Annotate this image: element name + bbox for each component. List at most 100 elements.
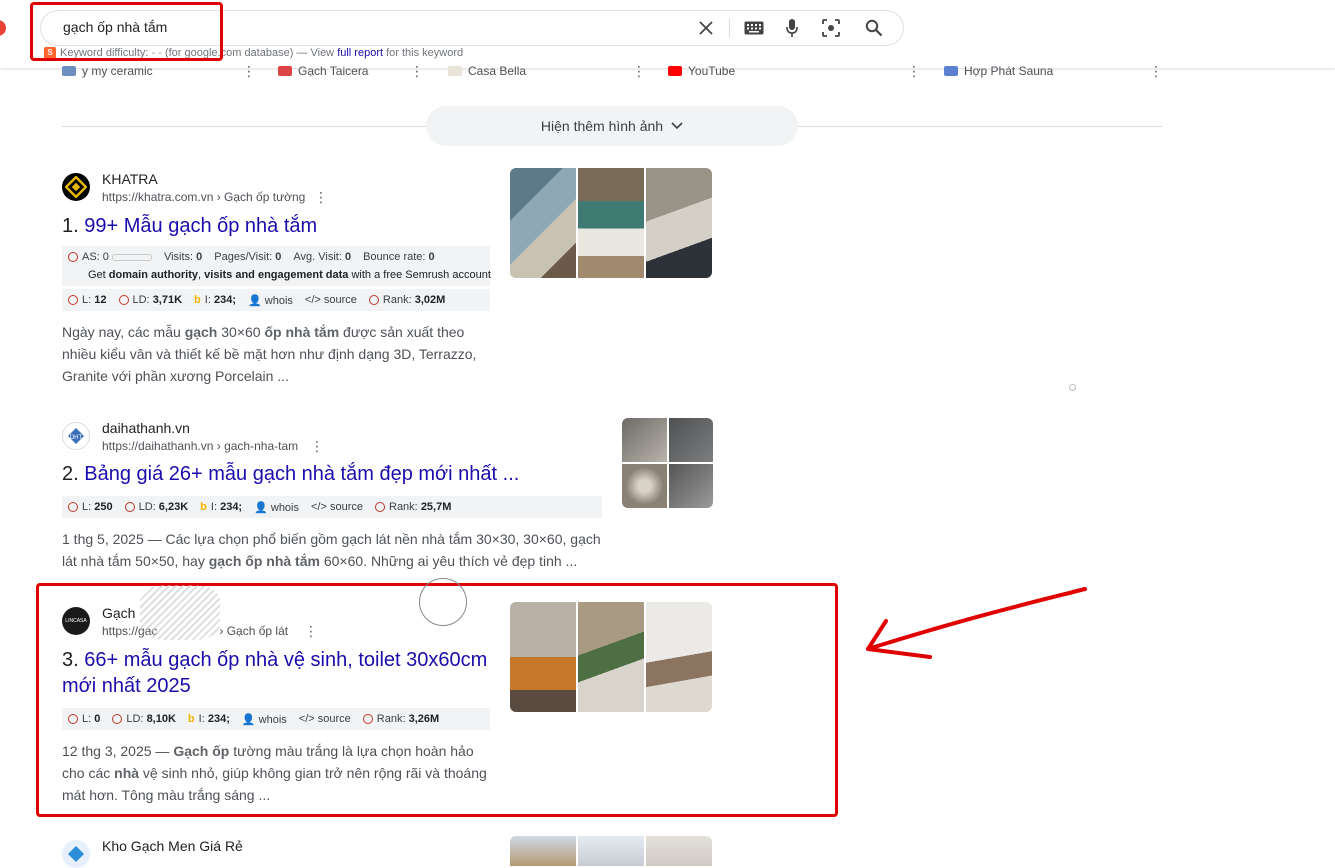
thumbnail-image[interactable] (622, 418, 667, 462)
thumbnail-image[interactable] (578, 168, 644, 278)
seo-metrics-bar: L: 250 LD: 6,23K b I: 234; 👤 whois </> so… (62, 496, 602, 518)
semrush-cta[interactable]: Get domain authority, visits and engagem… (68, 266, 491, 284)
l-metric[interactable]: L: 12 (68, 294, 107, 306)
site-favicon-icon[interactable] (62, 173, 90, 201)
thumbnail-image[interactable] (510, 602, 576, 712)
more-options-icon[interactable]: ⋮ (410, 64, 424, 78)
whois-link[interactable]: 👤 whois (254, 501, 299, 514)
whois-link[interactable]: 👤 whois (242, 713, 287, 726)
site-favicon-icon[interactable]: LINCASA (62, 607, 90, 635)
google-logo-fragment[interactable] (0, 20, 6, 36)
result-thumbnails[interactable] (510, 602, 712, 712)
result-thumbnails[interactable] (510, 836, 712, 866)
clear-icon[interactable] (695, 17, 717, 39)
l-metric[interactable]: L: 250 (68, 501, 113, 513)
image-source-item[interactable]: Hợp Phát Sauna (944, 64, 1053, 78)
ld-metric[interactable]: LD: 6,23K (124, 501, 188, 513)
seo-metrics-bar: L: 0 LD: 8,10K b I: 234; 👤 whois </> sour… (62, 708, 490, 730)
more-options-icon[interactable]: ⋮ (304, 624, 318, 638)
bounce-metric: Bounce rate: 0 (363, 251, 435, 263)
ld-metric[interactable]: LD: 3,71K (118, 294, 182, 306)
microphone-icon[interactable] (781, 17, 803, 39)
avg-visit-metric: Avg. Visit: 0 (293, 251, 352, 263)
more-options-icon[interactable]: ⋮ (907, 64, 921, 78)
user-icon: 👤 (254, 501, 268, 514)
site-name[interactable]: daihathanh.vn (102, 420, 190, 436)
result-title-link[interactable]: 1. 99+ Mẫu gạch ốp nhà tắm (62, 213, 492, 239)
rank-metric[interactable]: Rank: 25,7M (375, 501, 451, 513)
result-number: 3. (62, 649, 79, 671)
result-title-link[interactable]: 3. 66+ mẫu gạch ốp nhà vệ sinh, toilet 3… (62, 647, 502, 699)
semrush-domain-box: AS: 0 Visits: 0 Pages/Visit: 0 Avg. Visi… (62, 246, 491, 286)
result-thumbnails[interactable] (622, 418, 713, 508)
i-metric[interactable]: b I: 234; (188, 713, 230, 725)
i-metric[interactable]: b I: 234; (194, 294, 236, 306)
result-title: 99+ Mẫu gạch ốp nhà tắm (84, 215, 318, 237)
result-thumbnails[interactable] (510, 168, 712, 278)
result-title-link[interactable]: 2. Bảng giá 26+ mẫu gạch nhà tắm đẹp mới… (62, 461, 602, 487)
lens-icon[interactable] (820, 17, 842, 39)
site-name[interactable]: Kho Gạch Men Giá Rẻ (102, 838, 243, 854)
more-options-icon[interactable]: ⋮ (242, 64, 256, 78)
site-favicon-icon[interactable] (62, 840, 90, 868)
whois-link[interactable]: 👤 whois (248, 294, 293, 307)
visits-metric: Visits: 0 (163, 251, 203, 263)
image-source-label: Gạch Taicera (298, 64, 369, 78)
thumbnail-image[interactable] (668, 418, 713, 462)
image-source-item[interactable]: y my ceramic (62, 64, 153, 78)
code-icon: </> (298, 713, 315, 725)
thumbnail-image[interactable] (578, 602, 644, 712)
highlight-box (30, 2, 223, 61)
image-source-label: YouTube (688, 64, 736, 78)
code-icon: </> (304, 294, 321, 306)
site-url[interactable]: https://daihathanh.vn › gach-nha-tam (102, 439, 298, 453)
source-link[interactable]: </> source (299, 713, 351, 725)
search-icon[interactable] (863, 17, 885, 39)
thumbnail-image[interactable] (646, 168, 712, 278)
keyboard-icon[interactable] (743, 17, 765, 39)
code-icon: </> (311, 501, 327, 513)
as-metric: AS: 0 (68, 251, 152, 263)
annotation-arrow (866, 587, 1087, 659)
kw-suffix: for this keyword (383, 47, 464, 59)
image-source-item[interactable]: Gạch Taicera (278, 64, 368, 78)
result-snippet: 12 thg 3, 2025 — Gạch ốp tường màu trắng… (62, 743, 487, 803)
source-favicon-icon (944, 66, 958, 76)
rank-metric[interactable]: Rank: 3,02M (368, 294, 445, 306)
rank-metric[interactable]: Rank: 3,26M (362, 713, 439, 725)
more-options-icon[interactable]: ⋮ (632, 64, 646, 78)
thumbnail-image[interactable] (646, 836, 712, 866)
image-source-item[interactable]: YouTube (668, 64, 735, 78)
source-favicon-icon (448, 66, 462, 76)
source-link[interactable]: </> source (311, 501, 363, 513)
more-options-icon[interactable]: ⋮ (1149, 64, 1163, 78)
thumbnail-image[interactable] (668, 464, 713, 508)
bing-icon: b (200, 501, 207, 513)
thumbnail-image[interactable] (510, 836, 576, 866)
image-source-item[interactable]: Casa Bella (448, 64, 526, 78)
thumbnail-image[interactable] (622, 464, 667, 508)
cursor-circle (419, 578, 467, 626)
pages-visit-metric: Pages/Visit: 0 (214, 251, 282, 263)
thumbnail-image[interactable] (510, 168, 576, 278)
site-name[interactable]: KHATRA (102, 171, 158, 187)
thumbnail-image[interactable] (646, 602, 712, 712)
source-favicon-icon (62, 66, 76, 76)
site-name[interactable]: Gạch (102, 605, 135, 621)
more-options-icon[interactable]: ⋮ (310, 439, 324, 453)
site-url[interactable]: https://khatra.com.vn › Gạch ốp tường (102, 190, 305, 204)
full-report-link[interactable]: full report (337, 47, 383, 59)
image-source-label: Casa Bella (468, 64, 527, 78)
result-title: 66+ mẫu gạch ốp nhà vệ sinh, toilet 30x6… (62, 649, 488, 697)
svg-text:DHT: DHT (70, 435, 83, 441)
thumbnail-image[interactable] (578, 836, 644, 866)
more-options-icon[interactable]: ⋮ (314, 190, 328, 204)
show-more-images-button[interactable]: Hiện thêm hình ảnh (426, 106, 798, 146)
i-metric[interactable]: b I: 234; (200, 501, 242, 513)
ld-metric[interactable]: LD: 8,10K (112, 713, 176, 725)
source-link[interactable]: </> source (305, 294, 357, 306)
l-metric[interactable]: L: 0 (68, 713, 100, 725)
site-favicon-icon[interactable]: DHT (62, 422, 90, 450)
cursor-dot (1069, 384, 1076, 391)
result-title: Bảng giá 26+ mẫu gạch nhà tắm đẹp mới nh… (84, 463, 520, 485)
